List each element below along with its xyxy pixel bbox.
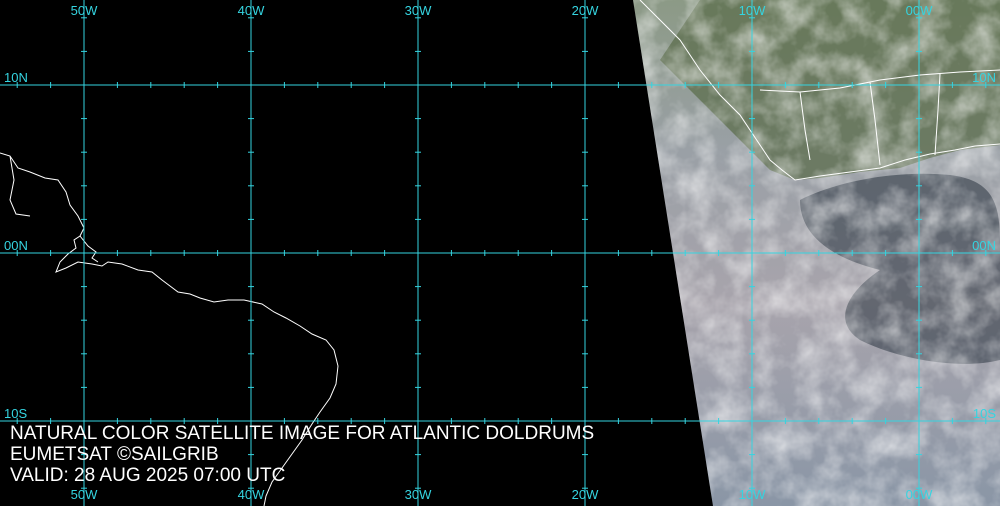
bottom-lon-label-00w: 00W (905, 487, 933, 502)
bottom-lon-label-50w: 50W (70, 487, 98, 502)
top-lon-label-30w: 30W (404, 3, 432, 18)
bottom-lon-label-20w: 20W (571, 487, 599, 502)
bottom-lon-label-10w: 10W (738, 487, 766, 502)
caption-title: NATURAL COLOR SATELLITE IMAGE FOR ATLANT… (10, 423, 595, 444)
satellite-map: 50W 50W 40W 40W 30W 30W 20W 20W 10W 10W 00W 00W 10N 1… (0, 0, 1000, 506)
top-lon-label-10w: 10W (738, 3, 766, 18)
right-lat-label-00n: 00N (972, 238, 996, 253)
guiana-border (9, 155, 31, 217)
top-lon-label-50w: 50W (70, 3, 98, 18)
top-lon-label-00w: 00W (905, 3, 933, 18)
left-lat-label-10s: 10S (4, 406, 28, 421)
caption-credit: EUMETSAT ©SAILGRIB (10, 444, 219, 465)
left-lat-label-00n: 00N (4, 238, 28, 253)
top-lon-label-20w: 20W (571, 3, 599, 18)
bottom-lon-label-40w: 40W (237, 487, 265, 502)
right-lat-label-10n: 10N (972, 70, 996, 85)
map-caption: NATURAL COLOR SATELLITE IMAGE FOR ATLANT… (10, 423, 594, 486)
bottom-lon-label-30w: 30W (404, 487, 432, 502)
amazon-delta (79, 235, 99, 263)
caption-valid-time: VALID: 28 AUG 2025 07:00 UTC (10, 465, 286, 486)
right-lat-label-10s: 10S (972, 406, 996, 421)
left-lat-label-10n: 10N (4, 70, 28, 85)
top-lon-label-40w: 40W (237, 3, 265, 18)
